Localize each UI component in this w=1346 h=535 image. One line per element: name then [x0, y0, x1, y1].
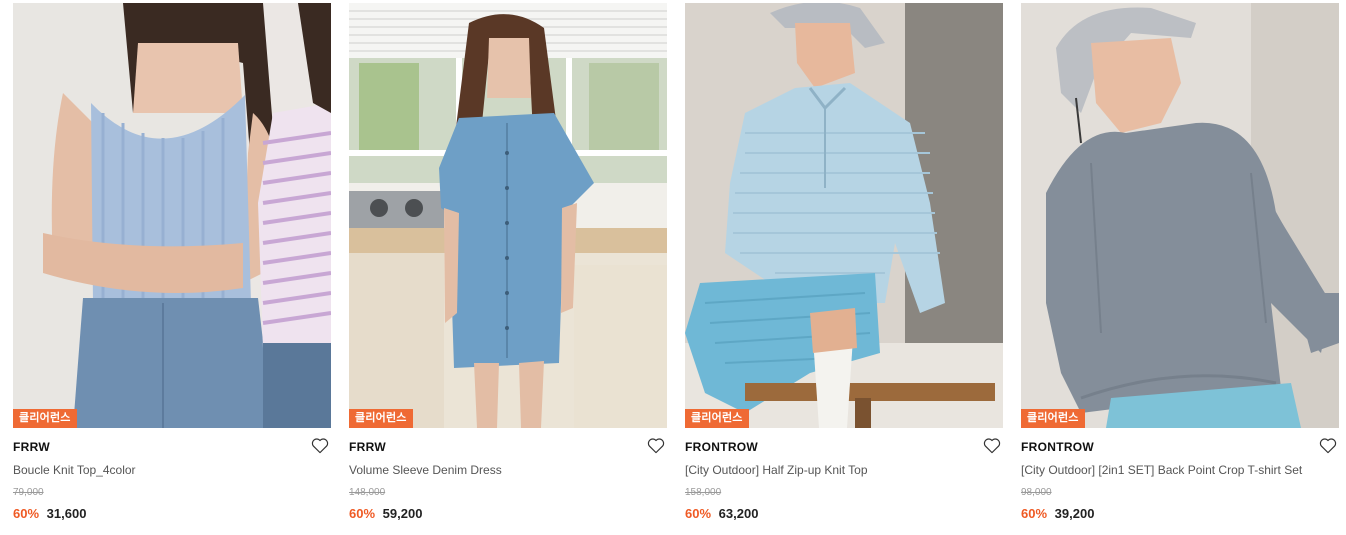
brand-name[interactable]: FRRW	[349, 440, 667, 454]
discount-rate: 60%	[1021, 506, 1048, 521]
heart-outline-icon[interactable]	[647, 437, 665, 454]
original-price: 148,000	[349, 487, 386, 498]
brand-name[interactable]: FRONTROW	[685, 440, 1003, 454]
product-name[interactable]: Boucle Knit Top_4color	[13, 463, 331, 477]
original-price: 79,000	[13, 487, 44, 498]
product-image[interactable]: 클리어런스	[349, 3, 667, 428]
brand-name[interactable]: FRONTROW	[1021, 440, 1339, 454]
product-photo	[349, 3, 667, 428]
clearance-badge: 클리어런스	[1021, 409, 1085, 428]
price-row: 60% 63,200	[685, 506, 1003, 522]
original-price: 158,000	[685, 487, 722, 498]
product-card[interactable]: 클리어런스 FRRW Boucle Knit Top_4color 79,000…	[13, 3, 331, 522]
product-image[interactable]: 클리어런스	[1021, 3, 1339, 428]
heart-outline-icon[interactable]	[983, 437, 1001, 454]
product-info: FRONTROW [City Outdoor] [2in1 SET] Back …	[1021, 428, 1339, 522]
sale-price: 31,600	[46, 506, 87, 521]
clearance-badge: 클리어런스	[13, 409, 77, 428]
product-info: FRRW Boucle Knit Top_4color 79,000 60% 3…	[13, 428, 331, 522]
product-info: FRONTROW [City Outdoor] Half Zip-up Knit…	[685, 428, 1003, 522]
brand-name[interactable]: FRRW	[13, 440, 331, 454]
heart-outline-icon[interactable]	[1319, 437, 1337, 454]
price-row: 60% 31,600	[13, 506, 331, 522]
product-card[interactable]: 클리어런스 FRONTROW [City Outdoor] Half Zip-u…	[685, 3, 1003, 522]
product-photo	[13, 3, 331, 428]
product-photo	[1021, 3, 1339, 428]
discount-rate: 60%	[349, 506, 376, 521]
product-image[interactable]: 클리어런스	[685, 3, 1003, 428]
heart-outline-icon[interactable]	[311, 437, 329, 454]
price-row: 60% 59,200	[349, 506, 667, 522]
discount-rate: 60%	[685, 506, 712, 521]
original-price: 98,000	[1021, 487, 1052, 498]
price-row: 60% 39,200	[1021, 506, 1339, 522]
clearance-badge: 클리어런스	[349, 409, 413, 428]
clearance-badge: 클리어런스	[685, 409, 749, 428]
discount-rate: 60%	[13, 506, 40, 521]
product-name[interactable]: Volume Sleeve Denim Dress	[349, 463, 667, 477]
product-grid: 클리어런스 FRRW Boucle Knit Top_4color 79,000…	[13, 3, 1339, 522]
product-photo	[685, 3, 1003, 428]
product-name[interactable]: [City Outdoor] Half Zip-up Knit Top	[685, 463, 1003, 477]
sale-price: 63,200	[718, 506, 759, 521]
product-name[interactable]: [City Outdoor] [2in1 SET] Back Point Cro…	[1021, 463, 1339, 477]
product-card[interactable]: 클리어런스 FRONTROW [City Outdoor] [2in1 SET]…	[1021, 3, 1339, 522]
product-card[interactable]: 클리어런스 FRRW Volume Sleeve Denim Dress 148…	[349, 3, 667, 522]
product-info: FRRW Volume Sleeve Denim Dress 148,000 6…	[349, 428, 667, 522]
product-image[interactable]: 클리어런스	[13, 3, 331, 428]
sale-price: 39,200	[1054, 506, 1095, 521]
sale-price: 59,200	[382, 506, 423, 521]
